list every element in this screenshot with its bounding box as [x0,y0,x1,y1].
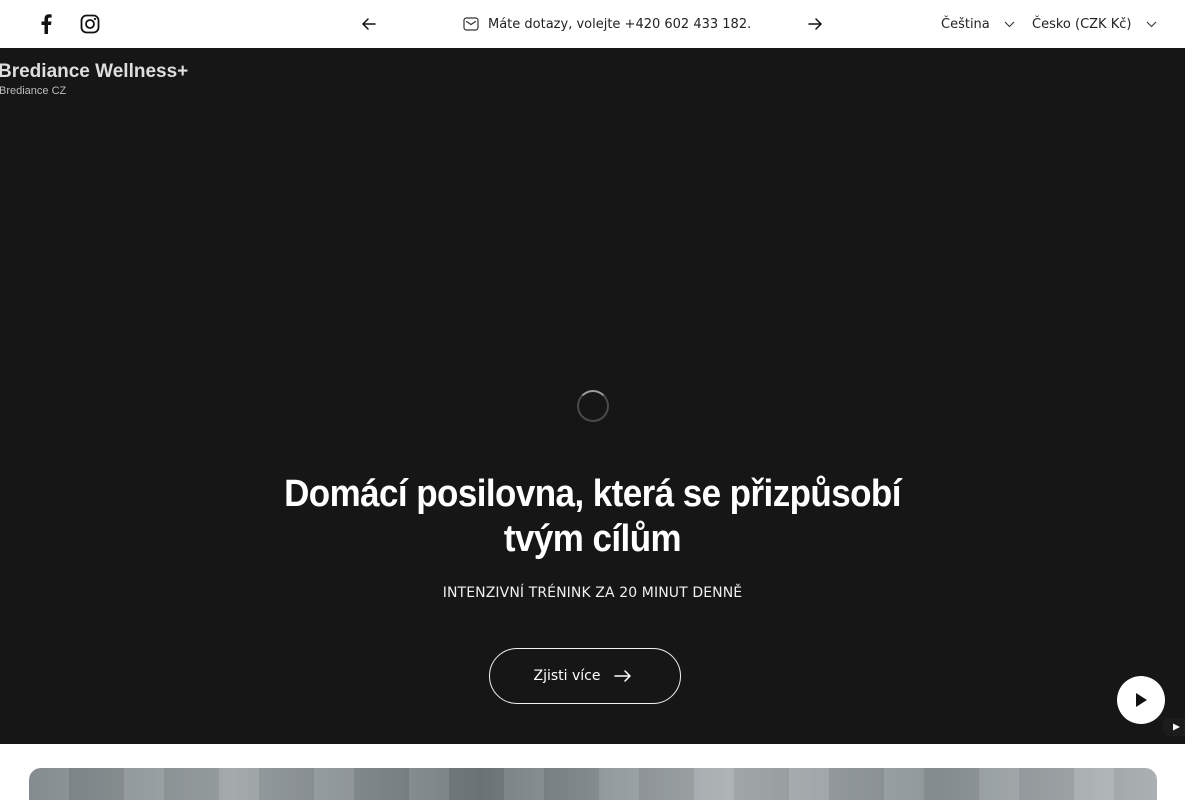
language-selector[interactable]: Čeština [941,14,1016,34]
loading-spinner-icon [577,390,609,422]
video-channel[interactable]: Brediance CZ [0,85,66,97]
announcement-text: Máte dotazy, volejte +420 602 433 182. [488,16,752,32]
instagram-icon[interactable] [78,12,102,36]
next-announcement-arrow-icon[interactable] [803,12,827,36]
hero-video-section: Brediance Wellness+ Brediance CZ Domácí … [0,48,1185,744]
youtube-icon[interactable] [1163,718,1185,736]
arrow-right-icon [614,669,634,683]
chevron-down-icon [1145,18,1157,30]
facebook-icon[interactable] [34,12,58,36]
play-icon [1136,693,1147,707]
announcement: Máte dotazy, volejte +420 602 433 182. [462,14,751,34]
country-label: Česko (CZK Kč) [1032,16,1132,32]
play-button[interactable] [1117,676,1165,724]
mail-icon [462,15,480,33]
language-label: Čeština [941,16,990,32]
learn-more-label: Zjisti více [533,668,601,684]
announcement-bar: Máte dotazy, volejte +420 602 433 182. Č… [0,0,1200,48]
chevron-down-icon [1004,18,1016,30]
video-title[interactable]: Brediance Wellness+ [0,61,188,83]
hero-heading: Domácí posilovna, která se přizpůsobí tv… [284,473,901,560]
country-currency-selector[interactable]: Česko (CZK Kč) [1032,14,1157,34]
hero-subheading: INTENZIVNÍ TRÉNINK ZA 20 MINUT DENNĚ [442,585,743,601]
learn-more-button[interactable]: Zjisti více [489,648,681,704]
featured-image-card[interactable] [29,768,1157,800]
previous-announcement-arrow-icon[interactable] [357,12,381,36]
